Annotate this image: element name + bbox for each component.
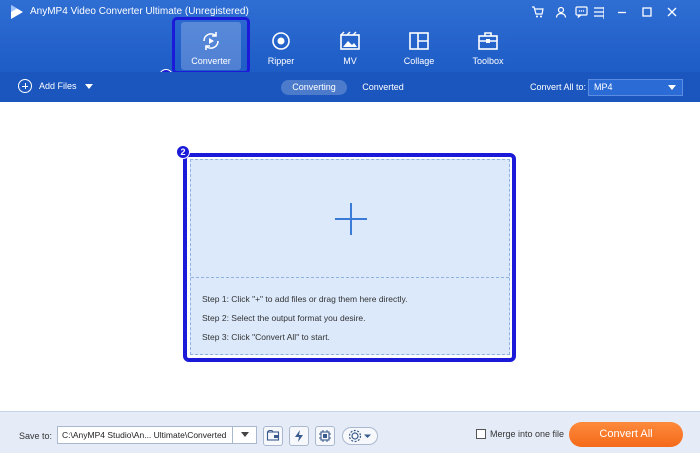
output-format-value: MP4 <box>594 82 613 92</box>
window-title: AnyMP4 Video Converter Ultimate (Unregis… <box>30 6 249 17</box>
app-logo-icon <box>11 5 23 19</box>
close-icon[interactable] <box>661 3 683 21</box>
settings-button[interactable] <box>342 427 378 445</box>
menu-icon[interactable] <box>588 3 610 21</box>
tab-toolbox-label: Toolbox <box>472 56 504 66</box>
plus-icon[interactable] <box>335 203 367 235</box>
chevron-down-icon[interactable] <box>232 427 256 443</box>
titlebar-separator <box>603 7 604 19</box>
tab-converting[interactable]: Converting <box>281 80 347 95</box>
convert-all-to-label: Convert All to: <box>530 82 587 92</box>
user-icon[interactable] <box>550 3 572 21</box>
cpu-icon <box>319 430 331 442</box>
toolbox-icon <box>478 32 498 50</box>
save-to-label: Save to: <box>19 431 53 441</box>
folder-icon <box>266 429 280 441</box>
tab-ripper[interactable]: Ripper <box>251 22 311 70</box>
add-files-label: Add Files <box>39 81 77 91</box>
gear-icon <box>348 429 371 443</box>
tab-mv[interactable]: MV <box>320 22 380 70</box>
step-3-text: Step 3: Click "Convert All" to start. <box>202 332 330 342</box>
open-folder-button[interactable] <box>263 426 283 446</box>
cart-icon[interactable] <box>526 3 548 21</box>
add-files-button[interactable]: Add Files <box>18 79 93 93</box>
file-drop-zone[interactable]: Step 1: Click "+" to add files or drag t… <box>190 159 510 355</box>
hardware-acceleration-off-button[interactable] <box>289 426 309 446</box>
mv-icon <box>340 31 360 50</box>
tab-collage-label: Collage <box>403 56 435 66</box>
step-2-text: Step 2: Select the output format you des… <box>202 313 366 323</box>
bottom-bar: Save to: C:\AnyMP4 Studio\An... Ultimate… <box>0 411 700 453</box>
collage-icon <box>409 32 429 50</box>
tab-ripper-label: Ripper <box>267 56 295 66</box>
save-path-field[interactable]: C:\AnyMP4 Studio\An... Ultimate\Converte… <box>57 426 257 444</box>
step-1-text: Step 1: Click "+" to add files or drag t… <box>202 294 408 304</box>
chevron-down-icon <box>668 85 676 90</box>
title-bar: AnyMP4 Video Converter Ultimate (Unregis… <box>0 0 700 72</box>
ripper-icon <box>272 32 290 50</box>
tab-converted[interactable]: Converted <box>357 80 409 95</box>
maximize-icon[interactable] <box>636 3 658 21</box>
add-files-area[interactable] <box>191 160 509 278</box>
merge-checkbox-row[interactable]: Merge into one file <box>476 429 564 439</box>
tab-mv-label: MV <box>343 56 357 66</box>
annotation-badge-2: 2 <box>176 145 190 159</box>
gpu-acceleration-on-button[interactable] <box>315 426 335 446</box>
chevron-down-icon[interactable] <box>84 83 93 89</box>
merge-label: Merge into one file <box>490 429 565 439</box>
converter-highlight-annotation <box>172 17 250 74</box>
convert-all-button[interactable]: Convert All <box>569 422 683 447</box>
add-icon <box>18 79 32 93</box>
tab-collage[interactable]: Collage <box>389 22 449 70</box>
tab-toolbox[interactable]: Toolbox <box>458 22 518 70</box>
output-format-select[interactable]: MP4 <box>588 79 683 96</box>
minimize-icon[interactable] <box>611 3 633 21</box>
flash-off-icon <box>295 430 303 442</box>
merge-checkbox[interactable] <box>476 429 486 439</box>
save-path-value: C:\AnyMP4 Studio\An... Ultimate\Converte… <box>62 430 227 440</box>
sub-toolbar: Add Files Converting Converted Convert A… <box>0 72 700 102</box>
